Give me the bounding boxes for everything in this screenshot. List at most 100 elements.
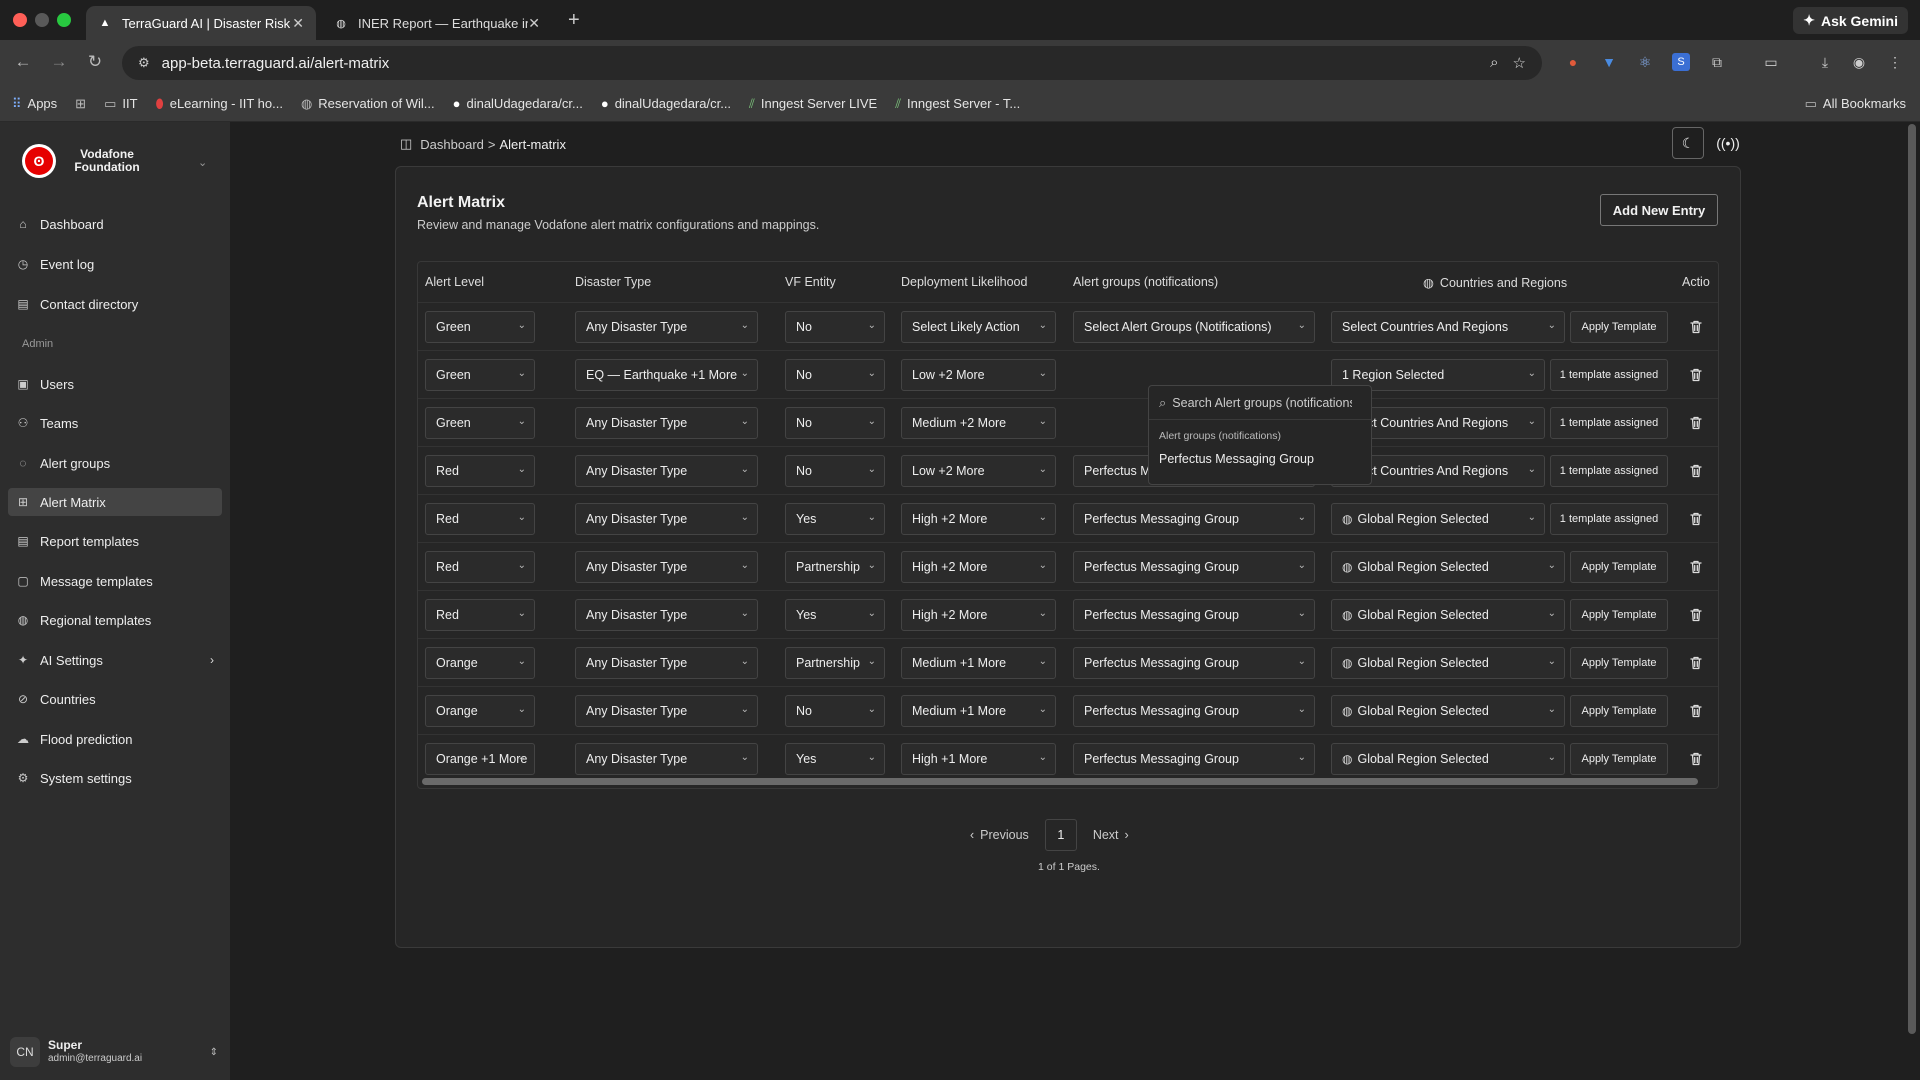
deployment-likelihood-select[interactable]: Select Likely Action ⌄: [901, 311, 1056, 343]
site-settings-icon[interactable]: ⚙: [138, 55, 150, 71]
disaster-type-select[interactable]: EQ — Earthquake +1 More ⌄: [575, 359, 758, 391]
horizontal-scrollbar[interactable]: [422, 778, 1698, 785]
alert-groups-select[interactable]: Perfectus Messaging Group ⌄: [1073, 551, 1315, 583]
alert-level-select[interactable]: Green ⌄: [425, 359, 535, 391]
alert-groups-select[interactable]: Perfectus Messaging Group ⌄: [1073, 695, 1315, 727]
download-icon[interactable]: ⤓: [1816, 53, 1834, 71]
extensions-puzzle-icon[interactable]: ⧉: [1708, 53, 1726, 71]
back-arrow-icon[interactable]: ←: [12, 52, 34, 72]
extension-shield-icon[interactable]: ▼: [1600, 53, 1618, 71]
bookmark-iit[interactable]: ▭ IIT: [104, 96, 137, 112]
countries-regions-select[interactable]: ◍ Global Region Selected ⌄: [1331, 743, 1565, 775]
alert-groups-search-input[interactable]: [1172, 395, 1353, 410]
apply-template-button[interactable]: Apply Template: [1570, 551, 1668, 583]
trash-icon[interactable]: [1688, 655, 1704, 671]
countries-regions-select[interactable]: ◍ Global Region Selected ⌄: [1331, 599, 1565, 631]
sidebar-item-teams[interactable]: ⚇ Teams: [8, 409, 222, 437]
vf-entity-select[interactable]: Partnership ⌄: [785, 647, 885, 679]
vf-entity-select[interactable]: Yes ⌄: [785, 743, 885, 775]
sidebar-item-alert-matrix[interactable]: ⊞ Alert Matrix: [8, 488, 222, 516]
sidebar-item-flood-prediction[interactable]: ☁ Flood prediction: [8, 725, 222, 753]
bookmark-inngest-live[interactable]: ⫽ Inngest Server LIVE: [749, 96, 877, 112]
browser-tab-active[interactable]: ▲ TerraGuard AI | Disaster Risk ✕: [86, 6, 316, 40]
vf-entity-select[interactable]: Yes ⌄: [785, 599, 885, 631]
extension-bug-icon[interactable]: ●: [1564, 53, 1582, 71]
countries-regions-select[interactable]: ◍ Global Region Selected ⌄: [1331, 647, 1565, 679]
countries-regions-select[interactable]: ◍ Global Region Selected ⌄: [1331, 695, 1565, 727]
trash-icon[interactable]: [1688, 367, 1704, 383]
sidebar-item-contact-directory[interactable]: ▤ Contact directory: [8, 290, 222, 318]
page-number-button[interactable]: 1: [1044, 819, 1077, 851]
alert-level-select[interactable]: Red ⌄: [425, 599, 535, 631]
extension-react-icon[interactable]: ⚛: [1636, 53, 1654, 71]
previous-page-button[interactable]: ‹ Previous: [970, 828, 1029, 842]
trash-icon[interactable]: [1688, 559, 1704, 575]
reload-icon[interactable]: ↻: [84, 52, 106, 72]
alert-groups-select[interactable]: Perfectus Messaging Group ⌄: [1073, 743, 1315, 775]
extension-s-icon[interactable]: S: [1672, 53, 1690, 71]
sidebar-item-countries[interactable]: ⊘ Countries: [8, 685, 222, 713]
sidebar-item-users[interactable]: ▣ Users: [8, 370, 222, 398]
bookmark-apps[interactable]: ⠿ Apps: [12, 96, 57, 112]
chevron-down-icon[interactable]: ⌄: [198, 156, 207, 169]
bookmark-elearning[interactable]: ⬮ eLearning - IIT ho...: [156, 96, 283, 112]
sidebar-toggle-icon[interactable]: ◫: [400, 136, 412, 152]
deployment-likelihood-select[interactable]: High +2 More ⌄: [901, 599, 1056, 631]
trash-icon[interactable]: [1688, 607, 1704, 623]
breadcrumb-root[interactable]: Dashboard: [420, 137, 484, 152]
org-switcher[interactable]: ʘ Vodafone Foundation: [22, 144, 142, 178]
disaster-type-select[interactable]: Any Disaster Type ⌄: [575, 311, 758, 343]
template-assigned-button[interactable]: 1 template assigned: [1550, 455, 1668, 487]
deployment-likelihood-select[interactable]: Low +2 More ⌄: [901, 359, 1056, 391]
trash-icon[interactable]: [1688, 511, 1704, 527]
bookmark-inngest-t[interactable]: ⫽ Inngest Server - T...: [895, 96, 1020, 112]
sidebar-item-regional-templates[interactable]: ◍ Regional templates: [8, 606, 222, 634]
sidebar-item-event-log[interactable]: ◷ Event log: [8, 250, 222, 278]
sidebar-item-message-templates[interactable]: ▢ Message templates: [8, 567, 222, 595]
bookmark-github-1[interactable]: ● dinalUdagedara/cr...: [453, 96, 583, 111]
alert-level-select[interactable]: Red ⌄: [425, 455, 535, 487]
deployment-likelihood-select[interactable]: Medium +2 More ⌄: [901, 407, 1056, 439]
vf-entity-select[interactable]: No ⌄: [785, 407, 885, 439]
vf-entity-select[interactable]: No ⌄: [785, 311, 885, 343]
user-menu[interactable]: CN Super admin@terraguard.ai ⇕: [10, 1034, 220, 1070]
alert-groups-select[interactable]: Perfectus Messaging Group ⌄: [1073, 647, 1315, 679]
disaster-type-select[interactable]: Any Disaster Type ⌄: [575, 455, 758, 487]
bookmark-github-2[interactable]: ● dinalUdagedara/cr...: [601, 96, 731, 111]
alert-groups-select[interactable]: Perfectus Messaging Group ⌄: [1073, 503, 1315, 535]
vf-entity-select[interactable]: No ⌄: [785, 695, 885, 727]
alert-level-select[interactable]: Green ⌄: [425, 407, 535, 439]
countries-regions-select[interactable]: ◍ Global Region Selected ⌄: [1331, 551, 1565, 583]
disaster-type-select[interactable]: Any Disaster Type ⌄: [575, 647, 758, 679]
dropdown-option[interactable]: Perfectus Messaging Group: [1159, 452, 1314, 466]
add-new-entry-button[interactable]: Add New Entry: [1600, 194, 1718, 226]
address-bar[interactable]: ⚙ app-beta.terraguard.ai/alert-matrix ⌕ …: [122, 46, 1542, 80]
vf-entity-select[interactable]: Yes ⌄: [785, 503, 885, 535]
deployment-likelihood-select[interactable]: Low +2 More ⌄: [901, 455, 1056, 487]
vf-entity-select[interactable]: No ⌄: [785, 455, 885, 487]
theme-toggle-button[interactable]: ☾: [1672, 127, 1704, 159]
deployment-likelihood-select[interactable]: Medium +1 More ⌄: [901, 647, 1056, 679]
trash-icon[interactable]: [1688, 415, 1704, 431]
countries-regions-select[interactable]: ◍ Global Region Selected ⌄: [1331, 503, 1545, 535]
trash-icon[interactable]: [1688, 319, 1704, 335]
deployment-likelihood-select[interactable]: Medium +1 More ⌄: [901, 695, 1056, 727]
browser-tab[interactable]: ◍ INER Report — Earthquake in ✕: [322, 6, 552, 40]
disaster-type-select[interactable]: Any Disaster Type ⌄: [575, 743, 758, 775]
apply-template-button[interactable]: Apply Template: [1570, 311, 1668, 343]
vertical-scrollbar[interactable]: [1908, 124, 1916, 1034]
tab-search-icon[interactable]: ▭: [1762, 53, 1780, 71]
apply-template-button[interactable]: Apply Template: [1570, 647, 1668, 679]
alert-groups-select[interactable]: Perfectus Messaging Group ⌄: [1073, 599, 1315, 631]
apply-template-button[interactable]: Apply Template: [1570, 695, 1668, 727]
alert-level-select[interactable]: Orange ⌄: [425, 695, 535, 727]
broadcast-button[interactable]: ((•)): [1712, 127, 1744, 159]
close-tab-icon[interactable]: ✕: [292, 15, 304, 32]
zoom-icon[interactable]: ⌕: [1490, 54, 1498, 72]
apply-template-button[interactable]: Apply Template: [1570, 599, 1668, 631]
disaster-type-select[interactable]: Any Disaster Type ⌄: [575, 551, 758, 583]
profile-avatar-icon[interactable]: ◉: [1850, 53, 1868, 71]
vf-entity-select[interactable]: No ⌄: [785, 359, 885, 391]
alert-level-select[interactable]: Green ⌄: [425, 311, 535, 343]
trash-icon[interactable]: [1688, 463, 1704, 479]
